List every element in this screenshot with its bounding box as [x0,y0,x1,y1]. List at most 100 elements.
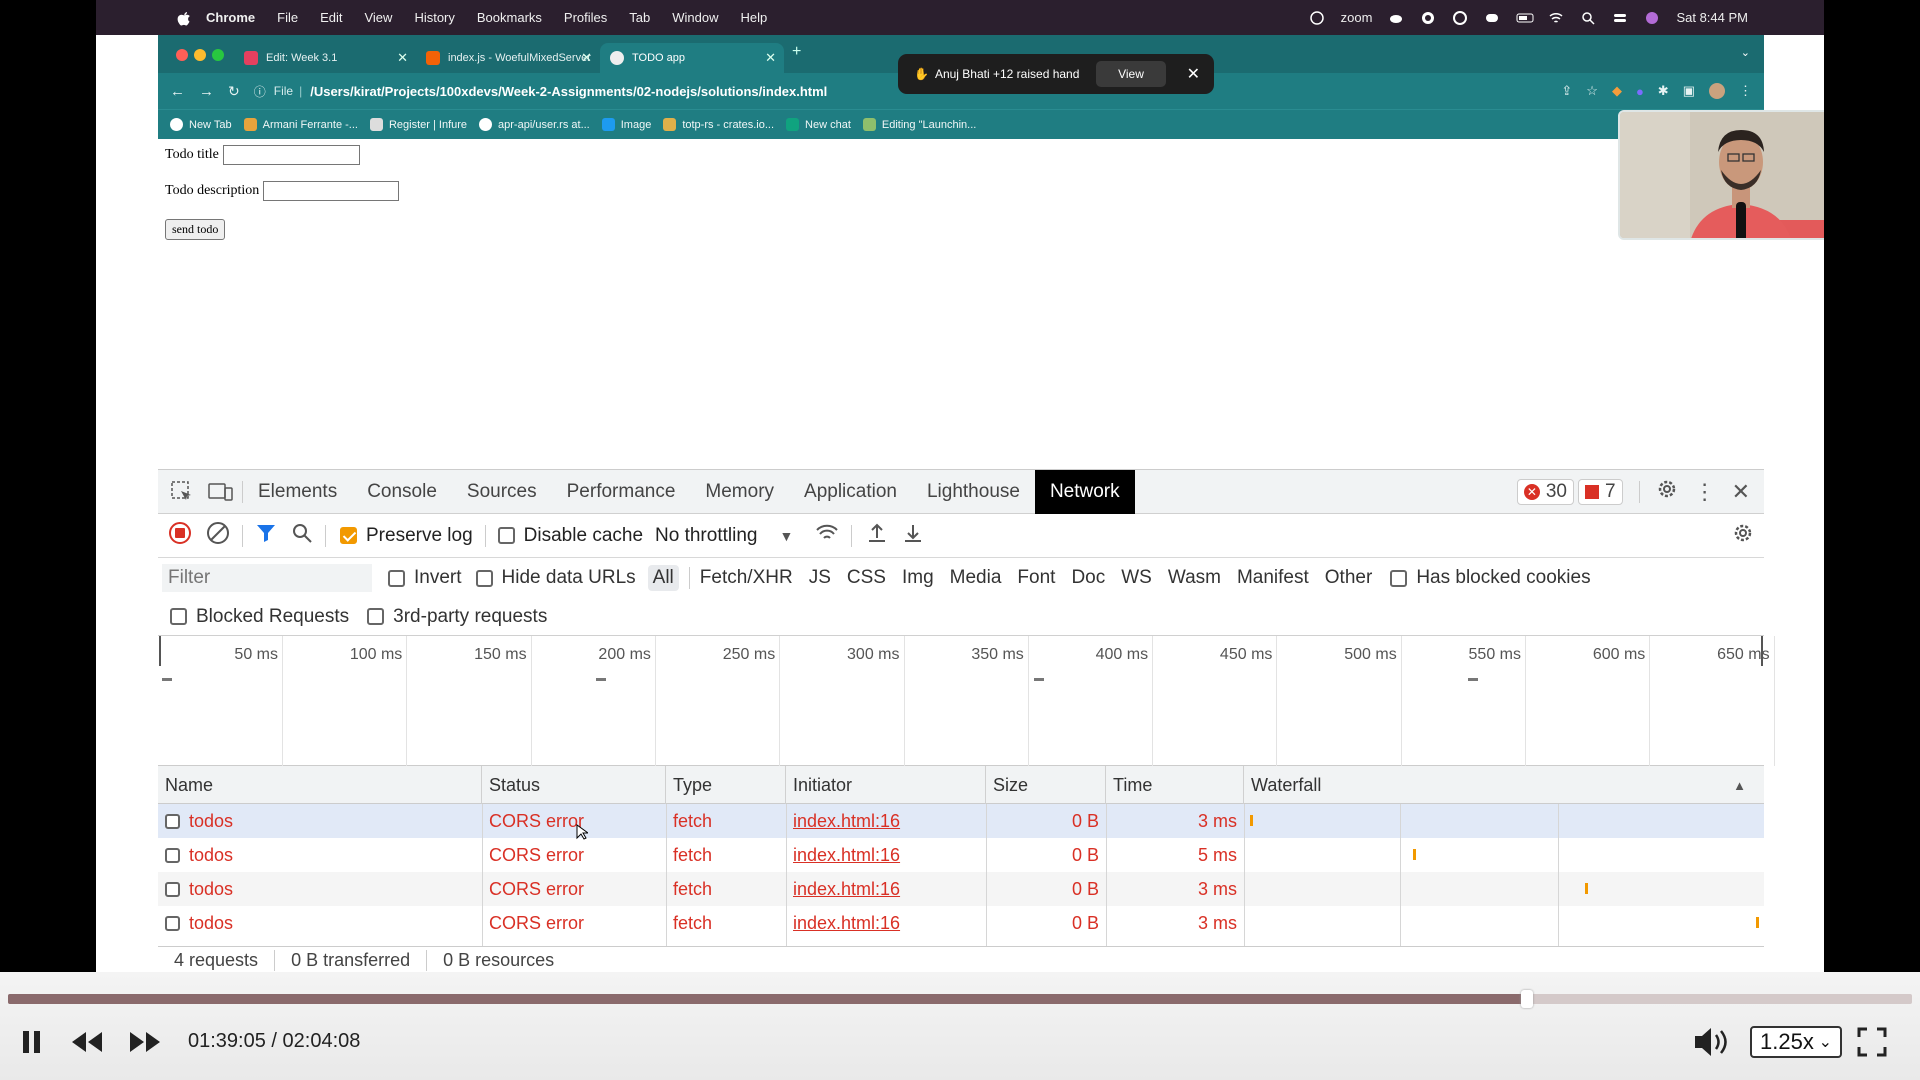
invert-checkbox[interactable] [388,569,405,587]
export-har-icon[interactable] [902,522,924,550]
side-panel-icon[interactable]: ▣ [1683,83,1695,99]
devtools-tab-network[interactable]: Network [1034,469,1135,514]
request-initiator-link[interactable]: index.html:16 [786,804,986,838]
type-filter-js[interactable]: JS [809,567,831,589]
playback-speed-select[interactable]: 1.25x ⌄ [1750,1026,1842,1058]
apple-icon[interactable] [176,10,192,26]
forward-icon[interactable]: → [199,83,214,100]
type-filter-doc[interactable]: Doc [1071,567,1105,589]
url-text[interactable]: /Users/kirat/Projects/100xdevs/Week-2-As… [310,84,827,99]
search-icon[interactable] [1580,10,1596,26]
clear-icon[interactable] [206,521,230,551]
type-filter-other[interactable]: Other [1325,567,1373,589]
type-filter-img[interactable]: Img [902,567,934,589]
siri-icon[interactable] [1644,10,1660,26]
request-initiator-link[interactable]: index.html:16 [786,838,986,872]
bookmark-item[interactable]: Image [601,118,651,131]
blocked-requests-checkbox[interactable] [170,608,187,625]
cloud-icon[interactable] [1388,10,1404,26]
profile-avatar[interactable] [1709,83,1725,99]
menu-edit[interactable]: Edit [320,10,342,25]
settings-gear-icon[interactable] [1656,478,1678,506]
menu-profiles[interactable]: Profiles [564,10,607,25]
back-icon[interactable]: ← [170,83,185,100]
type-filter-css[interactable]: CSS [847,567,886,589]
bookmark-item[interactable]: totp-rs - crates.io... [663,118,774,131]
devtools-tab-memory[interactable]: Memory [690,470,789,514]
table-row[interactable]: todos CORS error fetch index.html:16 0 B 3 ms [158,906,1764,940]
column-header-waterfall[interactable]: Waterfall ▲ [1244,766,1764,804]
tab-todo-app[interactable]: TODO app ✕ [600,43,784,73]
address-bar[interactable]: ⓘ File | /Users/kirat/Projects/100xdevs/… [254,83,828,100]
row-checkbox[interactable] [165,847,180,863]
reload-icon[interactable]: ↻ [228,83,240,100]
network-overview-timeline[interactable]: 50 ms 100 ms 150 ms 200 ms 250 ms 300 ms 350 m… [158,636,1775,766]
tab-search-chevron-icon[interactable]: ⌄ [1741,46,1750,59]
type-filter-media[interactable]: Media [950,567,1002,589]
third-party-checkbox[interactable] [367,608,385,625]
table-row[interactable]: todos CORS error fetch index.html:16 0 B 3 ms [158,872,1764,906]
kebab-menu-icon[interactable]: ⋮ [1739,83,1752,99]
disable-cache-checkbox[interactable] [497,527,515,544]
zoom-window-button[interactable] [212,49,224,61]
menu-history[interactable]: History [414,10,454,25]
tab-close-icon[interactable]: ✕ [581,50,592,66]
column-header-initiator[interactable]: Initiator [786,766,986,804]
hide-data-urls-checkbox[interactable] [475,569,493,587]
blocked-cookies-toggle[interactable]: Has blocked cookies [1390,567,1591,589]
control-center-icon[interactable] [1612,10,1628,26]
extensions-puzzle-icon[interactable]: ✱ [1658,83,1669,99]
timeline-range-start-handle[interactable] [159,636,161,666]
fullscreen-icon[interactable] [1856,1026,1888,1063]
import-har-icon[interactable] [866,522,888,550]
devtools-tab-application[interactable]: Application [789,470,912,514]
timeline-range-end-handle[interactable] [1761,636,1763,666]
bookmark-item[interactable]: Armani Ferrante -... [243,118,358,131]
blocked-requests-toggle[interactable]: Blocked Requests [170,606,349,628]
devtools-tab-performance[interactable]: Performance [552,470,691,514]
bookmark-item[interactable]: apr-api/user.rs at... [479,118,590,131]
blocked-cookies-checkbox[interactable] [1390,569,1408,587]
type-filter-fetch[interactable]: Fetch/XHR [700,567,793,589]
invert-toggle[interactable]: Invert [388,567,462,589]
seek-bar-handle[interactable] [1521,990,1534,1008]
devtools-tab-console[interactable]: Console [352,470,452,514]
search-icon[interactable] [291,522,313,550]
tab-index-js[interactable]: index.js - WoefulMixedServer ✕ [416,43,600,73]
menu-help[interactable]: Help [741,10,768,25]
share-icon[interactable]: ⇪ [1561,83,1572,99]
device-toolbar-icon[interactable] [208,480,233,504]
filter-input[interactable] [162,564,372,592]
table-row[interactable]: todos CORS error fetch index.html:16 0 B 3 ms [158,804,1764,838]
disable-cache-toggle[interactable]: Disable cache [497,525,643,547]
bookmark-item[interactable]: New Tab [170,118,232,131]
close-window-button[interactable] [176,49,188,61]
throttling-select[interactable]: No throttling ▼ [655,525,793,547]
devtools-tab-sources[interactable]: Sources [452,470,552,514]
view-participants-button[interactable]: View [1096,61,1166,87]
column-header-size[interactable]: Size [986,766,1106,804]
webcam-thumbnail[interactable] [1618,110,1824,240]
zoom-status-label[interactable]: zoom [1341,10,1373,25]
send-todo-button[interactable]: send todo [165,219,226,240]
fast-forward-icon[interactable] [128,1028,162,1061]
tab-close-icon[interactable]: ✕ [397,50,408,66]
request-initiator-link[interactable]: index.html:16 [786,906,986,940]
preserve-log-checkbox[interactable] [340,527,357,544]
tab-close-icon[interactable]: ✕ [765,50,776,66]
hide-data-urls-toggle[interactable]: Hide data URLs [475,567,636,589]
rewind-icon[interactable] [70,1028,104,1061]
camera-status-icon[interactable] [1309,10,1325,26]
extension-icon[interactable]: ◆ [1612,83,1622,99]
todo-title-input[interactable] [222,145,360,165]
devtools-tab-elements[interactable]: Elements [243,470,352,514]
menu-file[interactable]: File [277,10,298,25]
filter-funnel-icon[interactable] [255,522,277,550]
row-checkbox[interactable] [165,915,180,931]
type-filter-wasm[interactable]: Wasm [1168,567,1221,589]
close-devtools-icon[interactable]: ✕ [1732,479,1750,505]
extension-icon[interactable]: ● [1636,84,1644,99]
record-stop-icon[interactable] [168,521,192,551]
battery-icon[interactable] [1516,10,1534,26]
type-filter-all[interactable]: All [647,565,679,591]
